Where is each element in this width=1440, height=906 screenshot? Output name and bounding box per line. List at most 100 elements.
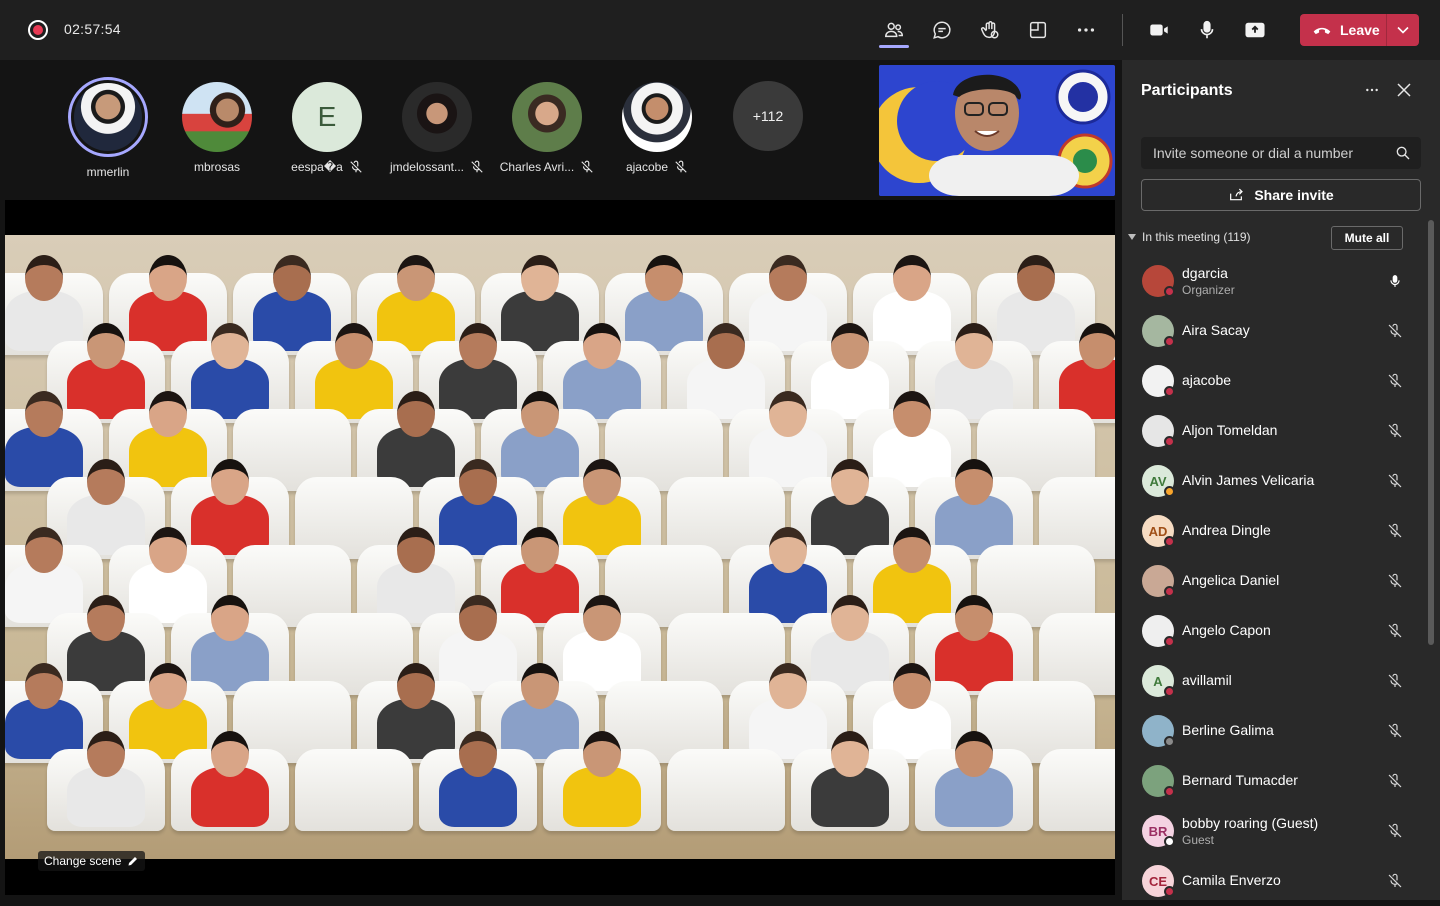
participant-name: avillamil — [1182, 672, 1232, 688]
mic-off-icon — [350, 160, 362, 173]
participant-name: Aira Sacay — [1182, 322, 1250, 338]
participant-name: mmerlin — [86, 165, 130, 179]
participant-head — [893, 663, 931, 709]
participant-list-item[interactable]: Aljon Tomeldan — [1122, 406, 1428, 456]
participant-head — [87, 731, 125, 777]
participant-list-item[interactable]: CE Camila Enverzo — [1122, 856, 1428, 906]
share-invite-button[interactable]: Share invite — [1141, 179, 1421, 211]
seat-row — [5, 729, 1115, 831]
leave-main[interactable]: Leave — [1300, 14, 1386, 46]
participant-tile[interactable]: E eespa�a — [272, 82, 382, 174]
participant-list-item[interactable]: Aira Sacay — [1122, 306, 1428, 356]
leave-options-button[interactable] — [1387, 14, 1419, 46]
section-label: In this meeting (119) — [1142, 230, 1251, 244]
participant-tile[interactable]: mmerlin — [53, 77, 163, 179]
participant-head — [893, 527, 931, 573]
presence-status-icon — [1164, 686, 1175, 697]
mic-off-icon[interactable] — [1385, 621, 1405, 641]
avatar-initial: E — [317, 101, 337, 132]
search-icon[interactable] — [1395, 145, 1411, 161]
presence-status-icon — [1164, 836, 1175, 847]
participant-list-item[interactable]: Angelica Daniel — [1122, 556, 1428, 606]
self-video-image — [879, 65, 1115, 196]
mic-off-icon[interactable] — [1385, 871, 1405, 891]
panel-more-button[interactable] — [1360, 78, 1384, 102]
invite-search-field[interactable] — [1141, 137, 1421, 169]
participant-list-item[interactable]: AD Andrea Dingle — [1122, 506, 1428, 556]
mic-off-icon[interactable] — [1385, 521, 1405, 541]
participant-head — [459, 459, 497, 505]
participant-head — [521, 527, 559, 573]
meeting-section-header[interactable]: In this meeting (119) — [1128, 230, 1251, 244]
participant-name: eespa�a — [291, 160, 343, 174]
mic-off-icon[interactable] — [1385, 721, 1405, 741]
change-scene-label: Change scene — [44, 854, 122, 868]
mic-off-icon[interactable] — [1385, 671, 1405, 691]
mic-off-icon[interactable] — [1385, 471, 1405, 491]
participant-head — [87, 323, 125, 369]
mic-icon[interactable] — [1385, 271, 1405, 291]
participant-list-item[interactable]: Aavillamil — [1122, 656, 1428, 706]
chat-icon[interactable] — [926, 14, 958, 46]
participant-silhouette — [935, 731, 1013, 827]
participant-tile[interactable]: ajacobe — [602, 82, 712, 174]
participant-head — [25, 663, 63, 709]
participant-list-item[interactable]: AV Alvin James Velicaria — [1122, 456, 1428, 506]
participant-name: dgarcia — [1182, 265, 1228, 281]
participant-list-item[interactable]: ajacobe — [1122, 356, 1428, 406]
participant-tile[interactable]: jmdelossant... — [382, 82, 492, 174]
participant-head — [25, 255, 63, 301]
raise-hand-icon[interactable] — [974, 14, 1006, 46]
participant-list-item[interactable]: Angelo Capon — [1122, 606, 1428, 656]
more-icon — [1366, 88, 1378, 92]
participant-head — [521, 391, 559, 437]
mute-all-button[interactable]: Mute all — [1331, 226, 1403, 250]
more-icon[interactable] — [1070, 14, 1102, 46]
mic-off-icon[interactable] — [1385, 771, 1405, 791]
participant-head — [25, 527, 63, 573]
participant-list-item[interactable]: Bernard Tumacder — [1122, 756, 1428, 806]
auditorium-scene — [5, 235, 1115, 859]
avatar-initials: CE — [1148, 873, 1168, 889]
presence-status-icon — [1164, 636, 1175, 647]
participant-list: dgarcia Organizer Aira Sacay ajacobe Aljon T… — [1122, 256, 1428, 906]
record-icon — [28, 20, 48, 40]
participant-tile[interactable]: Charles Avri... — [492, 82, 602, 174]
more-participants-button[interactable]: +112 — [733, 81, 803, 151]
participant-tile[interactable]: mbrosas — [162, 82, 272, 174]
rooms-icon[interactable] — [1022, 14, 1054, 46]
participant-head — [583, 731, 621, 777]
participant-head — [149, 527, 187, 573]
mic-off-icon[interactable] — [1385, 821, 1405, 841]
mic-off-icon[interactable] — [1385, 421, 1405, 441]
participant-head — [211, 459, 249, 505]
participant-list-item[interactable]: dgarcia Organizer — [1122, 256, 1428, 306]
participant-head — [397, 527, 435, 573]
participant-silhouette — [67, 731, 145, 827]
participant-head — [955, 595, 993, 641]
panel-scrollbar[interactable] — [1428, 220, 1434, 645]
participant-name: Alvin James Velicaria — [1182, 472, 1315, 488]
participant-list-item[interactable]: BR bobby roaring (Guest) Guest — [1122, 806, 1428, 856]
participant-head — [707, 323, 745, 369]
share-screen-icon[interactable] — [1239, 14, 1271, 46]
participant-name: Andrea Dingle — [1182, 522, 1271, 538]
change-scene-button[interactable]: Change scene — [38, 851, 146, 871]
close-panel-button[interactable] — [1392, 78, 1416, 102]
leave-button[interactable]: Leave — [1300, 14, 1419, 46]
participant-head — [521, 663, 559, 709]
avatar — [622, 82, 692, 152]
participant-head — [583, 459, 621, 505]
camera-icon[interactable] — [1143, 14, 1175, 46]
people-icon[interactable] — [878, 14, 910, 46]
mic-off-icon[interactable] — [1385, 371, 1405, 391]
mic-off-icon[interactable] — [1385, 321, 1405, 341]
mic-off-icon[interactable] — [1385, 571, 1405, 591]
mic-icon[interactable] — [1191, 14, 1223, 46]
invite-input[interactable] — [1153, 145, 1395, 161]
self-video-preview[interactable] — [879, 65, 1115, 196]
participant-head — [831, 459, 869, 505]
together-mode-view: Change scene — [5, 200, 1115, 895]
participant-silhouette — [191, 731, 269, 827]
participant-list-item[interactable]: Berline Galima — [1122, 706, 1428, 756]
